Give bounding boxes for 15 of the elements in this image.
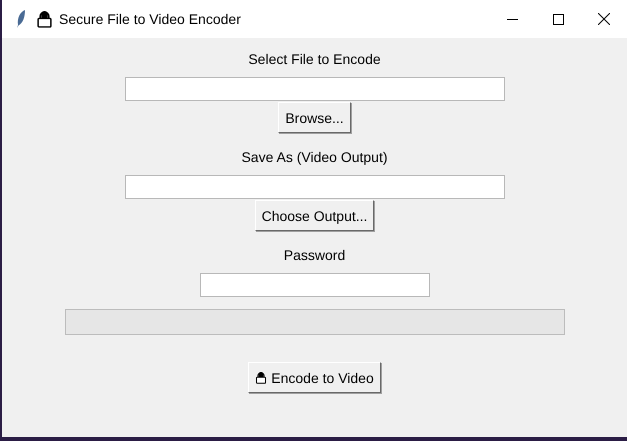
field-label: Password — [284, 246, 346, 265]
lock-icon — [255, 372, 268, 384]
browse-button[interactable]: Choose Output... — [254, 200, 374, 231]
browse-button[interactable]: Browse... — [278, 102, 351, 133]
input-field[interactable] — [200, 273, 430, 297]
input-field[interactable] — [124, 175, 504, 199]
window-title: Secure File to Video Encoder — [59, 11, 241, 27]
encode-button[interactable]: Encode to Video — [248, 362, 381, 393]
feather-icon — [16, 9, 26, 29]
lock-icon — [36, 10, 53, 28]
field-label: Select File to Encode — [248, 50, 381, 69]
field-label: Save As (Video Output) — [241, 148, 388, 167]
maximize-icon[interactable] — [552, 14, 564, 24]
input-field[interactable] — [124, 77, 504, 101]
close-icon[interactable] — [598, 13, 610, 25]
